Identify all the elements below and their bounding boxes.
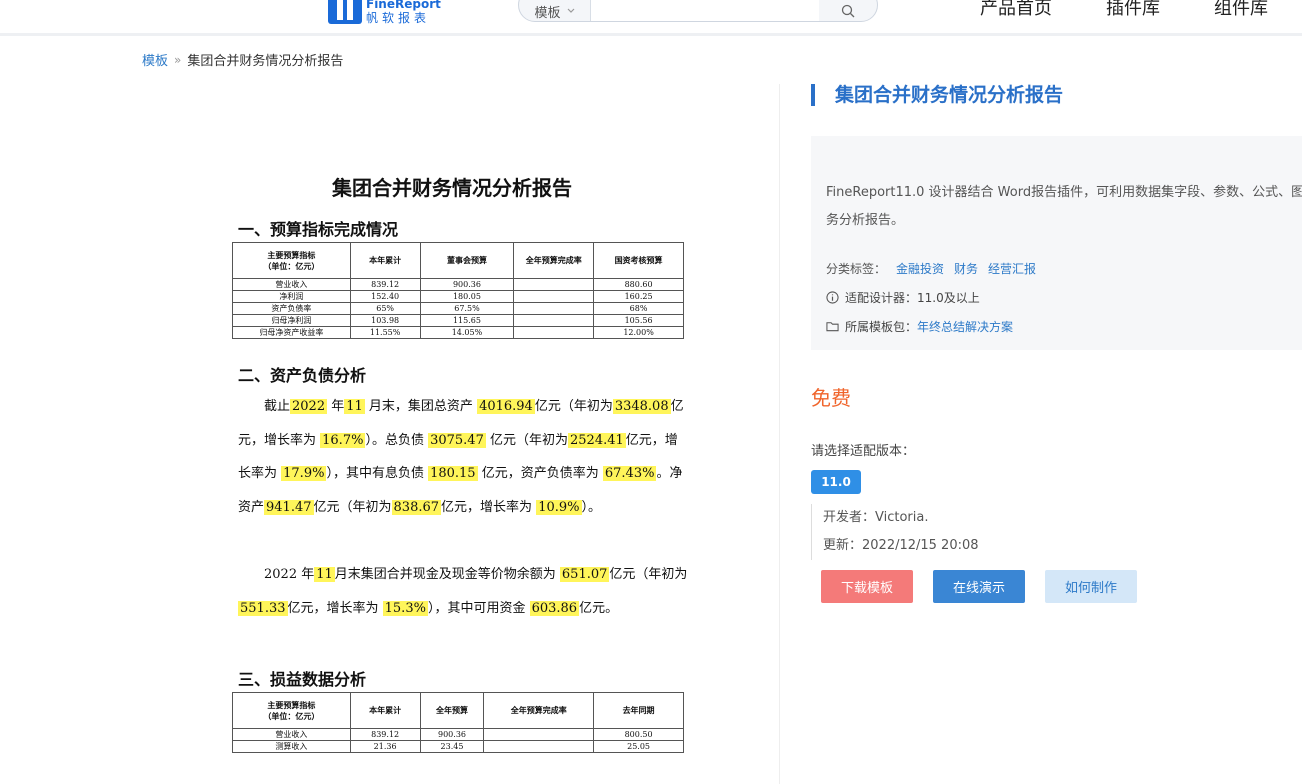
table-header: 本年累计 [349,242,421,279]
template-package: 所属模板包： 年终总结解决方案 [826,318,1013,335]
nav-product-home[interactable]: 产品首页 [980,0,1052,20]
info-icon [826,291,839,304]
template-description: FineReport11.0 设计器结合 Word报告插件，可利用数据集字段、参… [826,185,1302,228]
breadcrumb-templates-link[interactable]: 模板 [142,50,168,69]
doc-title: 集团合并财务情况分析报告 [332,176,572,200]
search-bar: 模板 [518,0,878,22]
logo-text-cn: 帆软报表 [366,11,431,25]
table-header: 国资考核预算 [593,242,684,279]
table-header: 全年预算完成率 [513,242,595,279]
doc-section-1: 一、预算指标完成情况 [238,220,399,239]
table-row: 测算收入 21.36 23.45 25.05 [232,740,684,753]
table-row: 归母净资产收益率 11.55% 14.05% 12.00% [232,326,684,339]
table-row: 归母净利润 103.98 115.65 105.56 [232,314,684,327]
tag-finance-investment[interactable]: 金融投资 [896,260,944,277]
category-tags: 分类标签： 金融投资 财务 经营汇报 [826,260,1037,277]
table-header: 全年预算完成率 [483,692,595,729]
doc-paragraph-cash: 2022 年 11 月末集团合并现金及现金等价物余额为 651.07 亿元（年初为 5… [238,567,688,616]
nav-component-store[interactable]: 组件库 [1214,0,1268,20]
folder-icon [826,322,839,332]
version-option-11[interactable]: 11.0 [811,470,861,494]
table-header: 主要预算指标 （单位：亿元） [232,242,351,279]
table-header: 本年累计 [349,692,421,729]
developer-info: 开发者：Victoria. 更新：2022/12/15 20:08 [811,504,979,560]
finereport-logo[interactable]: FineReport 帆软报表 [328,0,441,24]
chevron-down-icon [567,8,574,13]
table-header: 去年同期 [593,692,684,729]
budget-table: 主要预算指标 （单位：亿元） 本年累计 董事会预算 全年预算完成率 国资考核预算… [232,242,684,339]
breadcrumb: 模板 » 集团合并财务情况分析报告 [142,50,344,70]
breadcrumb-separator: » [174,52,182,67]
tag-finance[interactable]: 财务 [954,260,978,277]
template-preview: 集团合并财务情况分析报告 一、预算指标完成情况 主要预算指标 （单位：亿元） 本… [142,84,780,784]
tag-business-report[interactable]: 经营汇报 [988,260,1036,277]
logo-icon [328,0,362,24]
table-row: 营业收入 839.12 900.36 880.60 [232,278,684,291]
search-icon [841,4,855,18]
table-row: 资产负债率 65% 67.5% 68% [232,302,684,315]
income-table: 主要预算指标 （单位：亿元） 本年累计 全年预算 全年预算完成率 去年同期 营业… [232,692,684,753]
download-template-button[interactable]: 下载模板 [821,570,913,603]
doc-section-3: 三、损益数据分析 [238,670,367,689]
doc-paragraph-assets: 截止 2022 年 11 月末，集团总资产 4016.94 亿元（年初为 3348.08… [238,399,684,515]
table-header: 全年预算 [419,692,485,729]
online-demo-button[interactable]: 在线演示 [933,570,1025,603]
package-link[interactable]: 年终总结解决方案 [917,318,1013,335]
nav-plugin-store[interactable]: 插件库 [1106,0,1160,20]
doc-section-2: 二、资产负债分析 [238,366,367,385]
designer-compat: 适配设计器：11.0及以上 [826,289,980,306]
template-info-box: FineReport11.0 设计器结合 Word报告插件，可利用数据集字段、参… [811,136,1302,350]
search-input[interactable] [591,0,819,21]
version-select-label: 请选择适配版本： [811,444,916,459]
table-header: 主要预算指标 （单位：亿元） [232,692,351,729]
search-button[interactable] [819,0,877,21]
logo-text-en: FineReport [366,0,441,11]
top-header: FineReport 帆软报表 模板 产品首页 插件库 组件库 [0,0,1302,36]
how-to-make-button[interactable]: 如何制作 [1045,570,1137,603]
table-row: 营业收入 839.12 900.36 800.50 [232,728,684,741]
table-header: 董事会预算 [419,242,515,279]
table-row: 净利润 152.40 180.05 160.25 [232,290,684,303]
search-category-select[interactable]: 模板 [519,0,591,21]
price-label: 免费 [811,386,851,410]
update-time: 更新：2022/12/15 20:08 [823,538,979,553]
developer-name: 开发者：Victoria. [823,510,929,525]
breadcrumb-current: 集团合并财务情况分析报告 [187,54,344,69]
template-title: 集团合并财务情况分析报告 [811,84,1063,106]
